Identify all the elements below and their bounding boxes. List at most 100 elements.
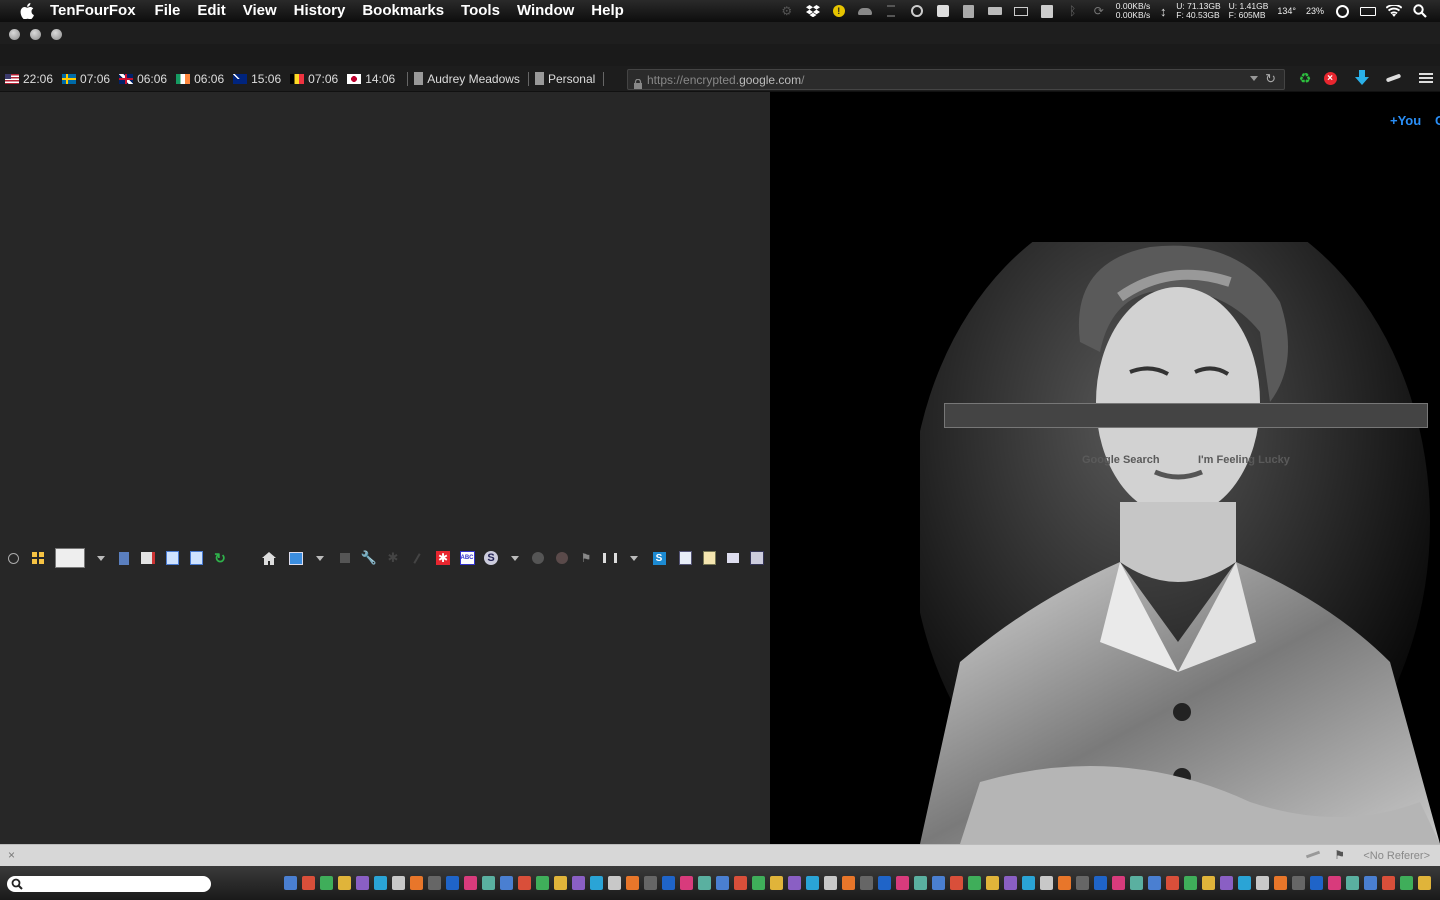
dock-app-icon[interactable] bbox=[968, 876, 981, 890]
dock-app-icon[interactable] bbox=[932, 876, 945, 890]
wifi-icon[interactable] bbox=[1386, 4, 1402, 18]
minimize-window-button[interactable] bbox=[30, 29, 41, 40]
globe-icon[interactable] bbox=[531, 551, 545, 565]
dropdown-arrow-icon[interactable] bbox=[627, 551, 641, 565]
asterisk-icon[interactable]: ✱ bbox=[436, 551, 450, 565]
dock-app-icon[interactable] bbox=[1058, 876, 1071, 890]
image-icon[interactable] bbox=[289, 551, 303, 565]
dock-app-icon[interactable] bbox=[1400, 876, 1413, 890]
dock-app-icon[interactable] bbox=[1328, 876, 1341, 890]
dock-app-icon[interactable] bbox=[698, 876, 711, 890]
world-clock-ie[interactable]: 06:06 bbox=[176, 72, 224, 86]
bookmarks-panel-icon[interactable] bbox=[55, 548, 85, 568]
recycle-icon[interactable]: ♻ bbox=[1297, 70, 1313, 86]
dock-app-icon[interactable] bbox=[806, 876, 819, 890]
bluetooth-icon[interactable]: ᛒ bbox=[1065, 4, 1081, 18]
menu-icon[interactable] bbox=[1418, 70, 1434, 86]
dock-app-icon[interactable] bbox=[1148, 876, 1161, 890]
home-icon[interactable] bbox=[262, 551, 276, 565]
dock-app-icon[interactable] bbox=[572, 876, 585, 890]
close-window-button[interactable] bbox=[9, 29, 20, 40]
flag-icon[interactable]: ⚑ bbox=[579, 551, 593, 565]
feather-icon[interactable] bbox=[1305, 850, 1321, 859]
globe-off-icon[interactable] bbox=[555, 551, 569, 565]
dock-app-icon[interactable] bbox=[608, 876, 621, 890]
dock-app-icon[interactable] bbox=[896, 876, 909, 890]
world-clock-be[interactable]: 07:06 bbox=[290, 72, 338, 86]
pages-icon[interactable] bbox=[750, 551, 764, 565]
dock-app-icon[interactable] bbox=[1418, 876, 1431, 890]
dock-app-icon[interactable] bbox=[824, 876, 837, 890]
dock-app-icon[interactable] bbox=[1346, 876, 1359, 890]
chart-icon[interactable] bbox=[603, 551, 617, 565]
dock-app-icon[interactable] bbox=[1292, 876, 1305, 890]
puzzle-icon[interactable] bbox=[338, 551, 352, 565]
dock-app-icon[interactable] bbox=[338, 876, 351, 890]
dock-app-icon[interactable] bbox=[644, 876, 657, 890]
menu-file[interactable]: File bbox=[155, 0, 181, 22]
dock-app-icon[interactable] bbox=[752, 876, 765, 890]
s-icon[interactable]: S bbox=[484, 551, 498, 565]
dock-app-icon[interactable] bbox=[518, 876, 531, 890]
wrench-icon[interactable]: 🔧 bbox=[361, 550, 377, 565]
page-up-icon[interactable] bbox=[165, 551, 179, 565]
zoom-window-button[interactable] bbox=[51, 29, 62, 40]
dock-app-icon[interactable] bbox=[284, 876, 297, 890]
dock-app-icon[interactable] bbox=[590, 876, 603, 890]
battery-widget-icon[interactable] bbox=[987, 4, 1003, 18]
dock-app-icon[interactable] bbox=[986, 876, 999, 890]
notification-icon[interactable]: ! bbox=[831, 4, 847, 18]
dock-app-icon[interactable] bbox=[428, 876, 441, 890]
menu-view[interactable]: View bbox=[243, 0, 277, 22]
download-icon[interactable] bbox=[1354, 70, 1370, 86]
dock-app-icon[interactable] bbox=[842, 876, 855, 890]
search-input[interactable] bbox=[944, 403, 1428, 428]
crosshair-icon[interactable] bbox=[6, 551, 20, 565]
display-icon[interactable] bbox=[1013, 4, 1029, 18]
clock-icon[interactable] bbox=[1334, 4, 1350, 18]
dock-app-icon[interactable] bbox=[1238, 876, 1251, 890]
plus-you-link[interactable]: +You bbox=[1390, 113, 1421, 128]
document-icon[interactable] bbox=[678, 551, 692, 565]
app-menu[interactable]: TenFourFox bbox=[50, 0, 136, 22]
dock-app-icon[interactable] bbox=[554, 876, 567, 890]
dock-app-icon[interactable] bbox=[1274, 876, 1287, 890]
sync-icon[interactable]: ⟳ bbox=[1091, 4, 1107, 18]
dock-app-icon[interactable] bbox=[788, 876, 801, 890]
dock-app-icon[interactable] bbox=[410, 876, 423, 890]
flag-icon[interactable]: ⚑ bbox=[1334, 848, 1345, 862]
spotlight-icon[interactable] bbox=[1412, 4, 1428, 18]
dock-app-icon[interactable] bbox=[1220, 876, 1233, 890]
world-clock-au[interactable]: 15:06 bbox=[233, 72, 281, 86]
grid-icon[interactable] bbox=[31, 551, 45, 565]
dropdown-arrow-icon[interactable] bbox=[508, 551, 522, 565]
dock-app-icon[interactable] bbox=[1130, 876, 1143, 890]
menu-window[interactable]: Window bbox=[517, 0, 574, 22]
dock-app-icon[interactable] bbox=[716, 876, 729, 890]
time-machine-icon[interactable] bbox=[909, 4, 925, 18]
dock-app-icon[interactable] bbox=[302, 876, 315, 890]
battery-icon[interactable] bbox=[1360, 4, 1376, 18]
menu-edit[interactable]: Edit bbox=[197, 0, 225, 22]
world-clock-jp[interactable]: 14:06 bbox=[347, 72, 395, 86]
edit-document-icon[interactable] bbox=[702, 551, 716, 565]
close-statusbar-button[interactable]: × bbox=[8, 848, 15, 862]
dock-app-icon[interactable] bbox=[860, 876, 873, 890]
dock-app-icon[interactable] bbox=[1094, 876, 1107, 890]
top-link-cut[interactable]: G bbox=[1435, 113, 1440, 128]
script-icon[interactable] bbox=[1039, 4, 1055, 18]
dropbox-icon[interactable] bbox=[805, 4, 821, 18]
dock-app-icon[interactable] bbox=[1040, 876, 1053, 890]
dock-app-icon[interactable] bbox=[464, 876, 477, 890]
dock-app-icon[interactable] bbox=[1184, 876, 1197, 890]
dock-app-icon[interactable] bbox=[1022, 876, 1035, 890]
dock-app-icon[interactable] bbox=[1364, 876, 1377, 890]
dock-app-icon[interactable] bbox=[356, 876, 369, 890]
dock-app-icon[interactable] bbox=[482, 876, 495, 890]
dropdown-arrow-icon[interactable] bbox=[94, 551, 108, 565]
calendar-icon[interactable] bbox=[935, 4, 951, 18]
abc-icon[interactable]: ABC bbox=[459, 551, 475, 565]
dock-app-icon[interactable] bbox=[1382, 876, 1395, 890]
dock-app-icon[interactable] bbox=[1112, 876, 1125, 890]
dock-app-icon[interactable] bbox=[392, 876, 405, 890]
